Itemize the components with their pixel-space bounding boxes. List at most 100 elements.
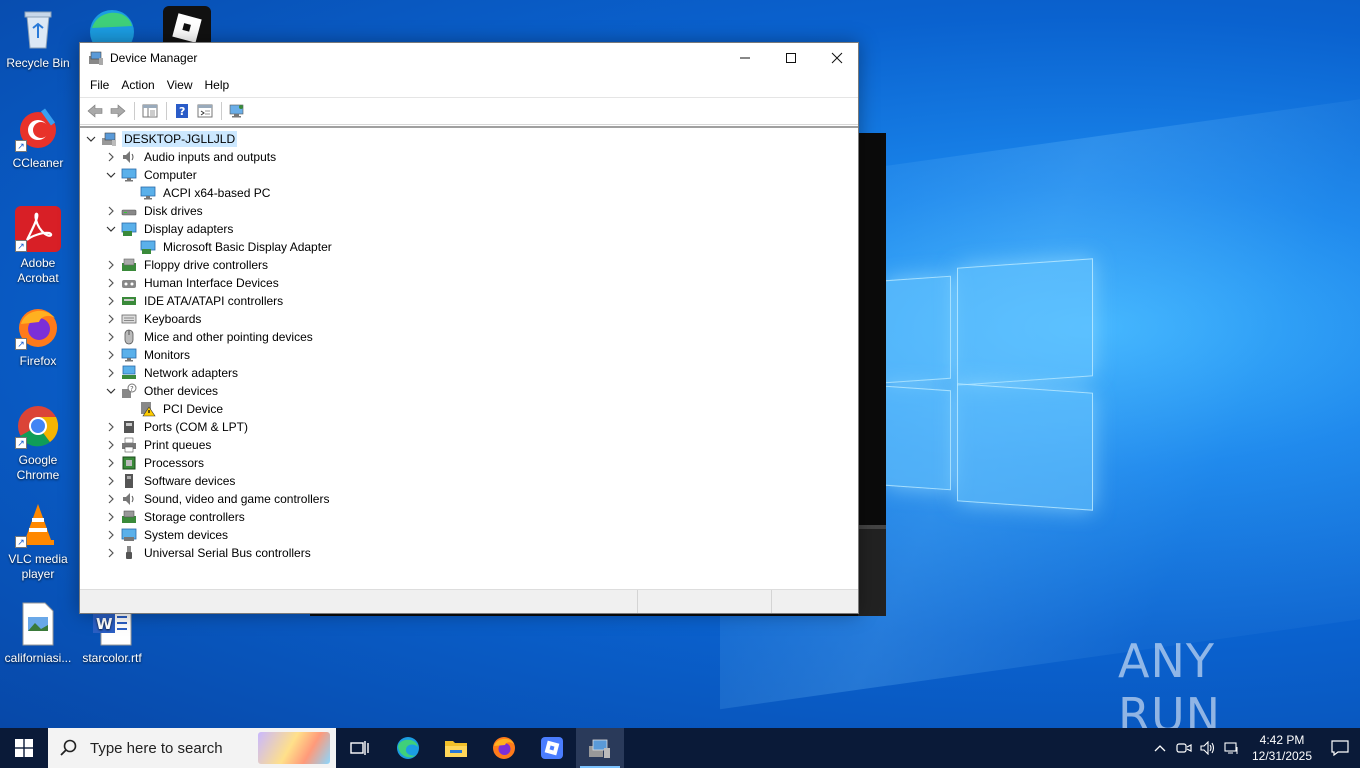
expand-chevron-icon[interactable] [104, 328, 118, 346]
scan-hardware-button[interactable] [226, 100, 248, 122]
volume-button[interactable] [1196, 728, 1220, 768]
collapse-chevron-icon[interactable] [104, 382, 118, 400]
desktop-icon-label: Firefox [19, 354, 57, 368]
expand-chevron-icon[interactable] [104, 418, 118, 436]
desktop-icon-recycle-bin[interactable]: Recycle Bin [0, 6, 76, 71]
properties-button[interactable] [194, 100, 216, 122]
minimize-icon [740, 57, 750, 59]
tree-root[interactable]: DESKTOP-JGLLJLD [80, 130, 858, 148]
tree-category-ports-com-lpt[interactable]: Ports (COM & LPT) [80, 418, 858, 436]
tree-category-system-devices[interactable]: System devices [80, 526, 858, 544]
expand-chevron-icon[interactable] [104, 472, 118, 490]
collapse-chevron-icon[interactable] [104, 166, 118, 184]
expand-chevron-icon[interactable] [104, 526, 118, 544]
tree-device-microsoft-basic-display-adapter[interactable]: Microsoft Basic Display Adapter [80, 238, 858, 256]
tree-device-pci-device[interactable]: PCI Device [80, 400, 858, 418]
tree-category-label: Network adapters [144, 366, 239, 380]
taskbar-roblox[interactable] [528, 728, 576, 768]
desktop-icon-label: californiasi... [4, 651, 72, 665]
tree-category-label: Monitors [144, 348, 191, 362]
collapse-chevron-icon[interactable] [84, 130, 98, 148]
taskbar-search-box[interactable]: Type here to search [48, 728, 336, 768]
speaker-icon [121, 491, 137, 507]
tree-category-label: Disk drives [144, 204, 203, 218]
desktop-icon-google-chrome[interactable]: ↗ Google Chrome [0, 403, 76, 483]
expand-chevron-icon[interactable] [104, 508, 118, 526]
tree-device-acpi-x64-based-pc[interactable]: ACPI x64-based PC [80, 184, 858, 202]
expand-chevron-icon[interactable] [104, 292, 118, 310]
menu-action[interactable]: Action [115, 78, 160, 92]
firefox-icon: ↗ [15, 304, 61, 350]
tree-category-audio-inputs-and-outputs[interactable]: Audio inputs and outputs [80, 148, 858, 166]
tree-category-universal-serial-bus-controllers[interactable]: Universal Serial Bus controllers [80, 544, 858, 562]
tree-category-sound-video-and-game-controllers[interactable]: Sound, video and game controllers [80, 490, 858, 508]
network-button[interactable] [1220, 728, 1244, 768]
menu-view[interactable]: View [161, 78, 199, 92]
tree-category-storage-controllers[interactable]: Storage controllers [80, 508, 858, 526]
expand-chevron-icon[interactable] [104, 202, 118, 220]
expand-chevron-icon[interactable] [104, 148, 118, 166]
back-button[interactable] [84, 100, 106, 122]
device-manager-window[interactable]: Device Manager File Action View Help ? D… [79, 42, 859, 614]
desktop-icon-firefox[interactable]: ↗ Firefox [0, 304, 76, 369]
tree-category-print-queues[interactable]: Print queues [80, 436, 858, 454]
notifications-button[interactable] [1320, 728, 1360, 768]
minimize-button[interactable] [722, 43, 768, 73]
device-tree[interactable]: DESKTOP-JGLLJLD Audio inputs and outputs… [80, 126, 858, 588]
tree-category-disk-drives[interactable]: Disk drives [80, 202, 858, 220]
title-bar[interactable]: Device Manager [80, 43, 858, 73]
task-view-button[interactable] [336, 728, 384, 768]
meet-now-button[interactable] [1172, 728, 1196, 768]
expand-chevron-icon[interactable] [104, 256, 118, 274]
roblox-desktop-icon[interactable] [163, 6, 211, 43]
tree-category-software-devices[interactable]: Software devices [80, 472, 858, 490]
expand-chevron-icon[interactable] [104, 310, 118, 328]
tree-category-other-devices[interactable]: ? Other devices [80, 382, 858, 400]
clock[interactable]: 4:42 PM 12/31/2025 [1244, 732, 1320, 764]
tree-category-human-interface-devices[interactable]: Human Interface Devices [80, 274, 858, 292]
show-hide-console-tree-button[interactable] [139, 100, 161, 122]
help-button[interactable]: ? [171, 100, 193, 122]
expand-chevron-icon[interactable] [104, 364, 118, 382]
desktop-icon-ccleaner[interactable]: ↗ CCleaner [0, 106, 76, 171]
show-hidden-icons-button[interactable] [1148, 728, 1172, 768]
taskbar-firefox[interactable] [480, 728, 528, 768]
expand-chevron-icon[interactable] [104, 544, 118, 562]
tree-category-monitors[interactable]: Monitors [80, 346, 858, 364]
tree-category-label: Floppy drive controllers [144, 258, 269, 272]
storage-controller-icon [121, 509, 137, 525]
tree-category-mice-and-other-pointing-devices[interactable]: Mice and other pointing devices [80, 328, 858, 346]
taskbar-file-explorer[interactable] [432, 728, 480, 768]
tree-category-display-adapters[interactable]: Display adapters [80, 220, 858, 238]
expand-chevron-icon[interactable] [104, 274, 118, 292]
floppy-controller-icon [121, 257, 137, 273]
search-highlight-illustration [258, 732, 330, 764]
collapse-chevron-icon[interactable] [104, 220, 118, 238]
forward-button[interactable] [107, 100, 129, 122]
tree-category-processors[interactable]: Processors [80, 454, 858, 472]
desktop-icon-adobe-acrobat[interactable]: ↗ Adobe Acrobat [0, 206, 76, 286]
menu-file[interactable]: File [84, 78, 115, 92]
menu-help[interactable]: Help [199, 78, 236, 92]
tree-category-floppy-drive-controllers[interactable]: Floppy drive controllers [80, 256, 858, 274]
software-device-icon [121, 473, 137, 489]
tree-category-ide-ata-atapi-controllers[interactable]: IDE ATA/ATAPI controllers [80, 292, 858, 310]
tree-category-keyboards[interactable]: Keyboards [80, 310, 858, 328]
port-icon [121, 419, 137, 435]
expand-chevron-icon[interactable] [104, 454, 118, 472]
desktop-icon-vlc[interactable]: ↗ VLC media player [0, 502, 76, 582]
desktop-icon-californiasi[interactable]: californiasi... [0, 601, 76, 666]
tree-category-label: Storage controllers [144, 510, 245, 524]
start-button[interactable] [0, 728, 48, 768]
expand-chevron-icon[interactable] [104, 346, 118, 364]
expand-chevron-icon[interactable] [104, 490, 118, 508]
edge-desktop-icon[interactable] [88, 6, 136, 54]
tree-category-computer[interactable]: Computer [80, 166, 858, 184]
close-button[interactable] [814, 43, 860, 73]
system-tray: 4:42 PM 12/31/2025 [1148, 728, 1360, 768]
expand-chevron-icon[interactable] [104, 436, 118, 454]
maximize-button[interactable] [768, 43, 814, 73]
tree-category-network-adapters[interactable]: Network adapters [80, 364, 858, 382]
taskbar-edge[interactable] [384, 728, 432, 768]
taskbar-device-manager[interactable] [576, 728, 624, 768]
